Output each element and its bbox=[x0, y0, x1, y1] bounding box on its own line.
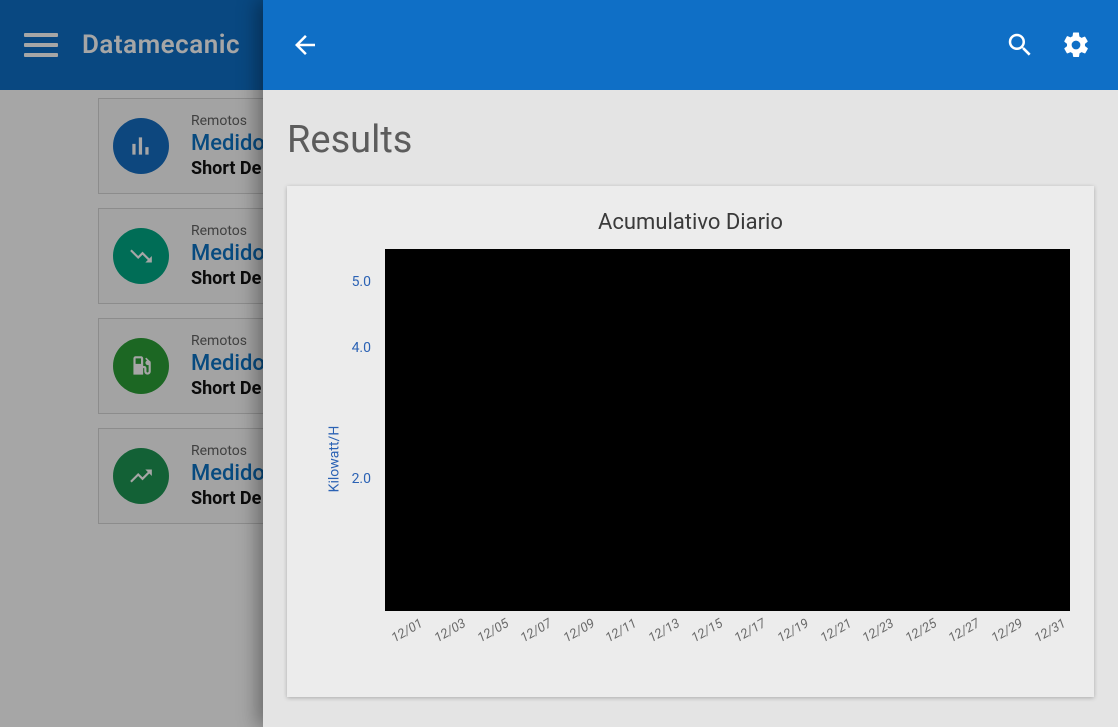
results-panel: Results Acumulativo Diario Kilowatt/H 2.… bbox=[263, 0, 1118, 727]
chart-xtick: 12/13 bbox=[646, 616, 683, 646]
chart-title: Acumulativo Diario bbox=[305, 210, 1076, 235]
results-title: Results bbox=[287, 118, 1118, 162]
chart-xtick: 12/17 bbox=[732, 616, 769, 646]
panel-body: Results Acumulativo Diario Kilowatt/H 2.… bbox=[263, 90, 1118, 697]
chart-xtick: 12/23 bbox=[860, 616, 897, 646]
chart-yticks: 2.0 4.0 5.0 bbox=[335, 249, 375, 611]
chart-xtick: 12/21 bbox=[818, 616, 855, 646]
chart-xtick: 12/29 bbox=[989, 616, 1026, 646]
chart-ytick: 2.0 bbox=[352, 471, 371, 487]
chart-xtick: 12/07 bbox=[518, 616, 555, 646]
back-button[interactable] bbox=[285, 25, 325, 65]
search-button[interactable] bbox=[1000, 25, 1040, 65]
chart-ytick: 4.0 bbox=[352, 340, 371, 356]
settings-button[interactable] bbox=[1056, 25, 1096, 65]
chart-area: Kilowatt/H 2.04.05.0 12/0112/0312/0512/0… bbox=[305, 249, 1076, 669]
chart-plot-body bbox=[385, 249, 1070, 611]
chart-card: Acumulativo Diario Kilowatt/H 2.04.05.0 … bbox=[287, 186, 1094, 697]
chart-xtick: 12/27 bbox=[946, 616, 983, 646]
chart-ytick: 5.0 bbox=[352, 274, 371, 290]
chart-xtick: 12/09 bbox=[561, 616, 598, 646]
chart-xtick: 12/05 bbox=[475, 616, 512, 646]
search-icon bbox=[1005, 30, 1035, 60]
chart-xticks: 12/0112/0312/0512/0712/0912/1112/1312/15… bbox=[385, 611, 1070, 669]
chart-xtick: 12/31 bbox=[1032, 616, 1069, 646]
chart-xtick: 12/15 bbox=[689, 616, 726, 646]
arrow-back-icon bbox=[290, 30, 320, 60]
panel-appbar bbox=[263, 0, 1118, 90]
chart-xtick: 12/19 bbox=[775, 616, 812, 646]
chart-xtick: 12/03 bbox=[432, 616, 469, 646]
chart-xtick: 12/25 bbox=[903, 616, 940, 646]
chart-xtick: 12/11 bbox=[604, 616, 641, 646]
chart-xtick: 12/01 bbox=[389, 616, 426, 646]
gear-icon bbox=[1061, 30, 1091, 60]
